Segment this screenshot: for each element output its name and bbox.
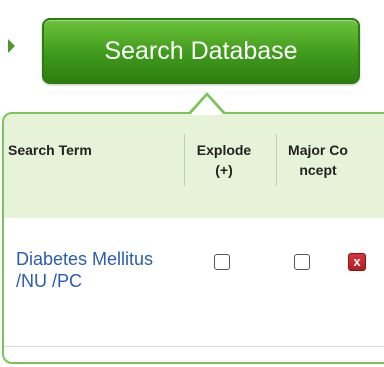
column-header-explode-line2: (+) bbox=[215, 162, 233, 178]
search-term-link[interactable]: Diabetes Mellitus /NU /PC bbox=[16, 248, 166, 292]
search-database-button[interactable]: Search Database bbox=[42, 18, 360, 84]
major-concept-checkbox[interactable] bbox=[294, 254, 310, 270]
explode-checkbox[interactable] bbox=[214, 254, 230, 270]
search-terms-table: Search Term Explode (+) Major Co ncept D… bbox=[2, 112, 384, 364]
column-header-explode-line1: Explode bbox=[196, 142, 252, 158]
table-header: Search Term Explode (+) Major Co ncept bbox=[4, 114, 384, 218]
search-terms-panel: Search Term Explode (+) Major Co ncept D… bbox=[2, 92, 384, 367]
arrow-right-icon bbox=[8, 39, 15, 53]
search-builder: Search Database Search Term Explode (+) … bbox=[0, 0, 384, 367]
column-header-explode: Explode (+) bbox=[178, 140, 270, 180]
row-divider bbox=[4, 346, 384, 347]
table-row: Diabetes Mellitus /NU /PC x bbox=[4, 232, 384, 342]
column-header-major-concept: Major Co ncept bbox=[272, 140, 364, 180]
panel-pointer-fill bbox=[190, 96, 224, 115]
column-header-major-line2: ncept bbox=[299, 162, 337, 178]
delete-term-icon[interactable]: x bbox=[348, 253, 366, 271]
column-header-major-line1: Major Co bbox=[288, 142, 348, 158]
column-header-search-term: Search Term bbox=[8, 142, 92, 158]
